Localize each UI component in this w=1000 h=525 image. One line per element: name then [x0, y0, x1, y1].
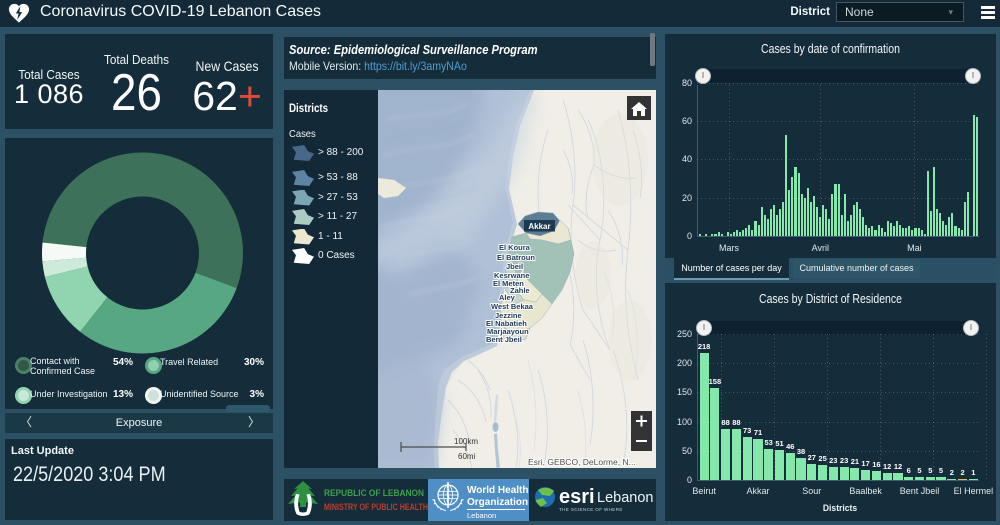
svg-text:Organization: Organization	[467, 497, 528, 508]
svg-text:Lebanon: Lebanon	[597, 490, 653, 506]
svg-text:El Batroun: El Batroun	[497, 253, 535, 262]
svg-text:World Health: World Health	[467, 485, 528, 496]
svg-text:THE SCIENCE OF WHERE: THE SCIENCE OF WHERE	[559, 507, 623, 512]
svg-text:Esri, GEBCO, DeLorme, N...: Esri, GEBCO, DeLorme, N...	[528, 457, 636, 467]
svg-text:Aley: Aley	[499, 293, 516, 302]
svg-text:West Bekaa: West Bekaa	[491, 302, 534, 311]
svg-text:Akkar: Akkar	[528, 222, 550, 231]
svg-text:Jbeil: Jbeil	[506, 262, 523, 271]
svg-text:Lebanon: Lebanon	[467, 511, 496, 520]
svg-text:MINISTRY OF PUBLIC HEALTH: MINISTRY OF PUBLIC HEALTH	[324, 502, 428, 513]
svg-text:60mi: 60mi	[458, 452, 476, 461]
svg-text:REPUBLIC OF LEBANON: REPUBLIC OF LEBANON	[324, 488, 424, 499]
svg-text:100km: 100km	[454, 437, 478, 446]
svg-text:El Koura: El Koura	[499, 243, 531, 252]
svg-text:Bent Jbeil: Bent Jbeil	[486, 335, 522, 344]
svg-text:esri: esri	[559, 486, 595, 508]
